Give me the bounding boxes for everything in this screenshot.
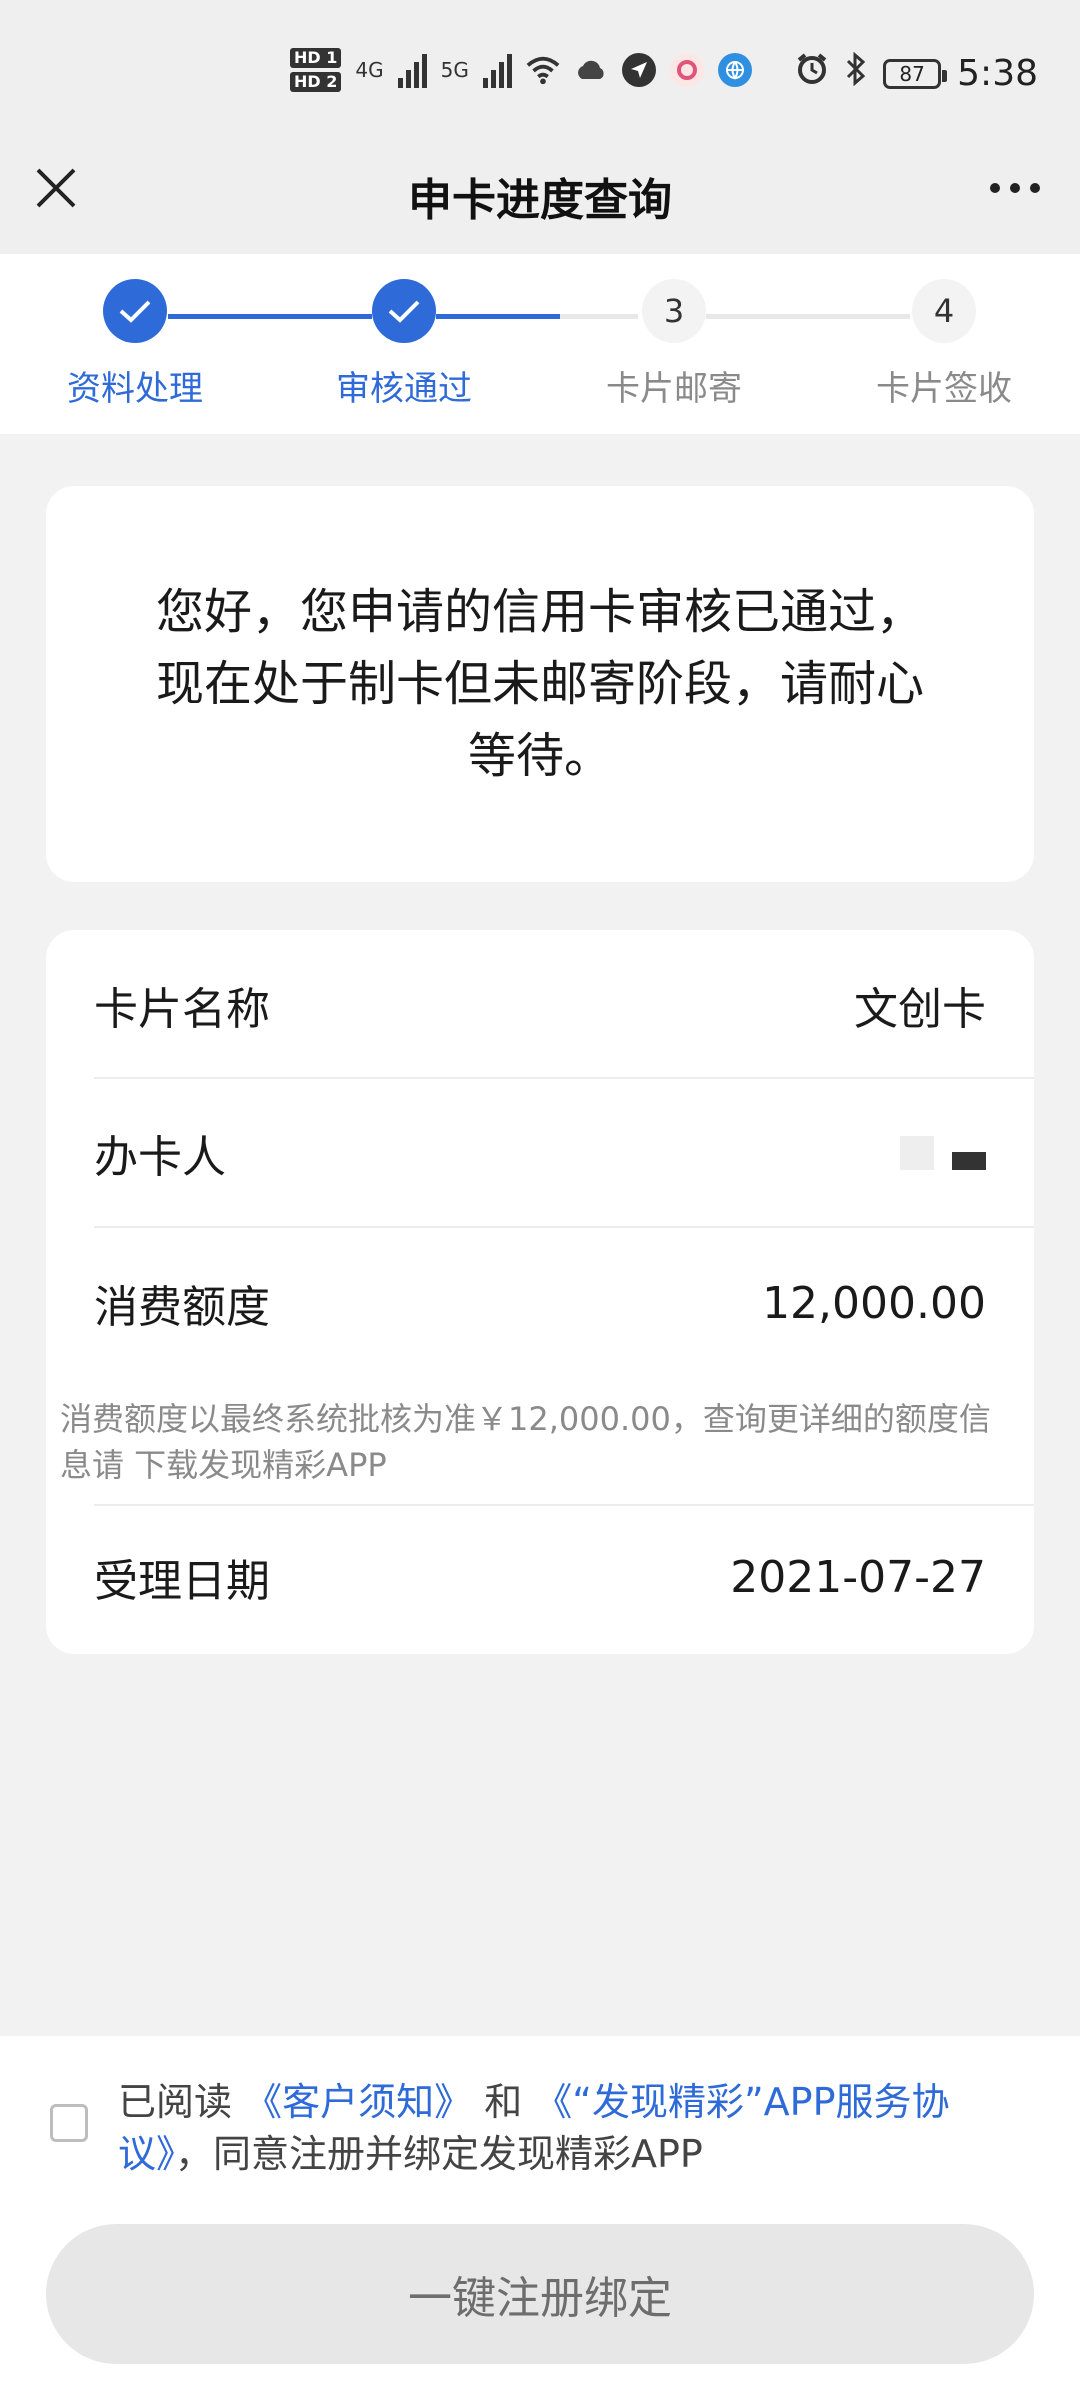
cloud-icon — [574, 53, 608, 87]
limit-label: 消费额度 — [94, 1282, 270, 1333]
progress-stepper: 资料处理 审核通过 3 卡片邮寄 4 卡片签收 — [0, 254, 1080, 434]
battery-icon: 87 — [883, 58, 948, 89]
app-icon-globe — [717, 53, 752, 87]
status-message-card: 您好，您申请的信用卡审核已通过，现在处于制卡但未邮寄阶段，请耐心等待。 — [46, 486, 1034, 882]
step-1: 资料处理 — [35, 279, 235, 410]
net1-label: 4G — [355, 58, 384, 82]
hd2-badge: HD 2 — [290, 72, 342, 92]
agreement-suffix: ，同意注册并绑定发现精彩APP — [175, 2132, 703, 2176]
date-value: 2021-07-27 — [730, 1551, 986, 1603]
send-icon — [621, 53, 656, 87]
bluetooth-icon — [845, 51, 867, 95]
date-label: 受理日期 — [94, 1556, 270, 1607]
page-title: 申卡进度查询 — [408, 175, 672, 226]
limit-note: 消费额度以最终系统批核为准￥12,000.00，查询更详细的额度信息请 下载发现… — [60, 1400, 991, 1484]
divider — [94, 1226, 1034, 1228]
card-info-panel: 卡片名称 文创卡 办卡人 消费额度 12,000.00 消费额度以最终系统批核为… — [46, 930, 1034, 1654]
hd1-badge: HD 1 — [290, 48, 342, 68]
alarm-icon — [795, 52, 829, 95]
agreement-text: 已阅读 《客户须知》 和 《“发现精彩”APP服务协议》，同意注册并绑定发现精彩… — [118, 2076, 1000, 2180]
step-2: 审核通过 — [304, 279, 504, 410]
more-button[interactable] — [980, 156, 1050, 216]
step-4: 4 卡片签收 — [844, 279, 1044, 410]
step-1-circle — [103, 279, 167, 343]
status-right: 87 5:38 — [795, 51, 1038, 95]
divider — [94, 1077, 1034, 1079]
status-left: HD 1 HD 2 4G 5G — [290, 48, 752, 92]
battery-level: 87 — [899, 61, 925, 86]
customer-notice-link[interactable]: 《客户须知》 — [244, 2080, 472, 2124]
signal-icon-2 — [482, 52, 512, 88]
signal-icon — [397, 52, 427, 88]
status-message: 您好，您申请的信用卡审核已通过，现在处于制卡但未邮寄阶段，请耐心等待。 — [155, 584, 924, 784]
nav-bar: 申卡进度查询 — [0, 120, 1080, 254]
step-3-circle: 3 — [642, 279, 706, 343]
hd-badges: HD 1 HD 2 — [290, 48, 342, 92]
applicant-label: 办卡人 — [94, 1132, 226, 1183]
agreement: 已阅读 《客户须知》 和 《“发现精彩”APP服务协议》，同意注册并绑定发现精彩… — [50, 2076, 1000, 2180]
step-3: 3 卡片邮寄 — [574, 279, 774, 410]
step-2-label: 审核通过 — [336, 369, 472, 409]
clock-time: 5:38 — [957, 53, 1038, 94]
step-2-circle — [372, 279, 436, 343]
applicant-value-redacted — [900, 1136, 986, 1170]
step-1-label: 资料处理 — [67, 369, 203, 409]
agreement-mid: 和 — [472, 2080, 535, 2124]
card-name-label: 卡片名称 — [94, 984, 270, 1035]
net2-label: 5G — [440, 58, 469, 82]
applicant-row: 办卡人 — [94, 1118, 986, 1188]
check-icon — [119, 300, 151, 323]
limit-row: 消费额度 12,000.00 — [94, 1268, 986, 1338]
step-3-label: 卡片邮寄 — [606, 369, 742, 409]
divider — [94, 1504, 1034, 1506]
step-4-label: 卡片签收 — [876, 369, 1012, 409]
check-icon — [388, 300, 420, 323]
app-icon-colorful — [669, 53, 704, 87]
card-name-row: 卡片名称 文创卡 — [94, 970, 986, 1040]
card-name-value: 文创卡 — [854, 984, 986, 1035]
limit-value: 12,000.00 — [762, 1277, 986, 1329]
bottom-panel: 已阅读 《客户须知》 和 《“发现精彩”APP服务协议》，同意注册并绑定发现精彩… — [0, 2036, 1080, 2400]
date-row: 受理日期 2021-07-27 — [94, 1542, 986, 1612]
step-4-circle: 4 — [912, 279, 976, 343]
agree-checkbox[interactable] — [50, 2104, 88, 2142]
agreement-prefix: 已阅读 — [118, 2080, 245, 2124]
register-bind-button[interactable]: 一键注册绑定 — [46, 2224, 1034, 2364]
more-icon — [990, 183, 1040, 193]
wifi-icon — [526, 53, 560, 87]
